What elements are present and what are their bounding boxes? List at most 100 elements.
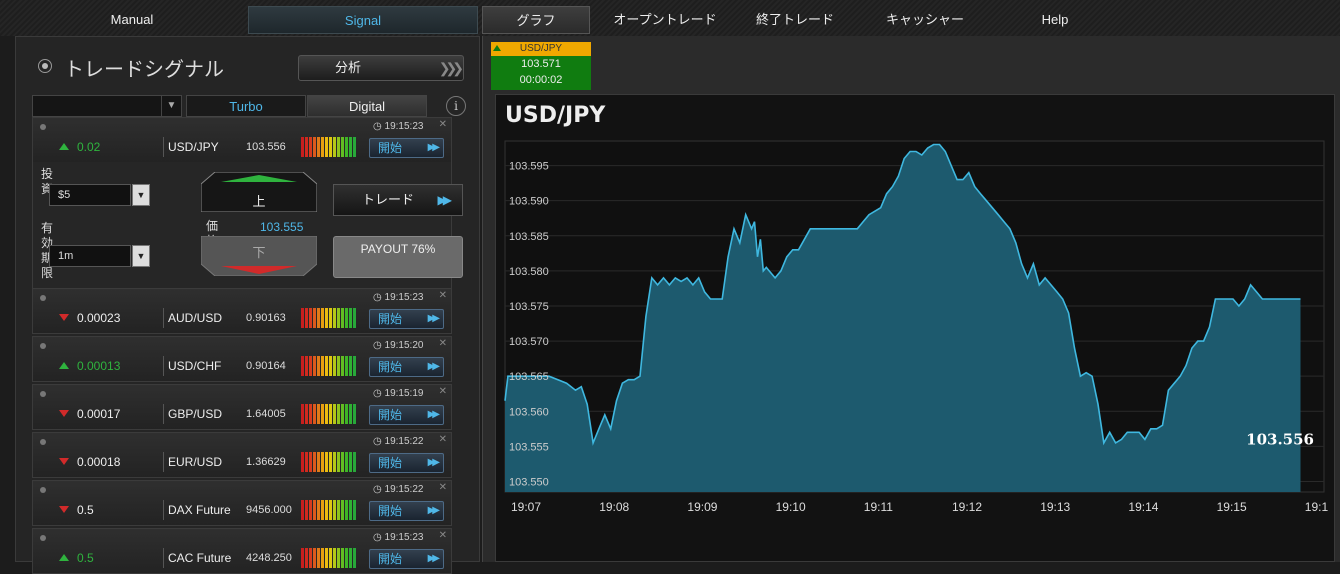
start-button[interactable]: 開始 ▶▶ (369, 405, 444, 425)
radio-icon[interactable] (38, 59, 52, 73)
chart-panel: USD/JPY 103.571 00:00:02 USD/JPY 103.595… (482, 36, 1340, 562)
close-icon[interactable]: ✕ (439, 386, 447, 397)
expiry-dropdown-icon[interactable]: ▼ (132, 245, 150, 267)
signal-row[interactable]: ◷ 19:15:23 ✕ 0.02 USD/JPY 103.556 開始 ▶▶ (32, 117, 452, 163)
signal-time: ◷ 19:15:19 (373, 388, 423, 399)
close-icon[interactable]: ✕ (439, 338, 447, 349)
tab-open-trades[interactable]: オープントレード (605, 6, 725, 34)
signal-price: 1.36629 (246, 456, 286, 468)
signal-row[interactable]: ◷ 19:15:22 ✕ 0.5 DAX Future 9456.000 開始 ▶▶ (32, 480, 452, 526)
tab-cashier[interactable]: キャッシャー (865, 6, 985, 34)
arrow-down-icon (59, 314, 69, 321)
tab-digital[interactable]: Digital (307, 95, 427, 117)
tab-manual[interactable]: Manual (72, 6, 192, 34)
start-button[interactable]: 開始 ▶▶ (369, 309, 444, 329)
tab-turbo[interactable]: Turbo (186, 95, 306, 117)
start-button[interactable]: 開始 ▶▶ (369, 549, 444, 569)
signal-price: 1.64005 (246, 408, 286, 420)
divider (163, 548, 164, 568)
status-dot (40, 343, 46, 349)
close-icon[interactable]: ✕ (439, 119, 447, 130)
clock-icon: ◷ (373, 484, 382, 495)
invest-dropdown-icon[interactable]: ▼ (132, 184, 150, 206)
signal-change: 0.5 (77, 551, 94, 565)
y-tick-label: 103.565 (509, 371, 549, 383)
asset-select[interactable]: ▼ (32, 95, 182, 117)
divider (163, 356, 164, 376)
close-icon[interactable]: ✕ (439, 530, 447, 541)
signal-row[interactable]: ◷ 19:15:22 ✕ 0.00018 EUR/USD 1.36629 開始 ▶▶ (32, 432, 452, 478)
y-tick-label: 103.570 (509, 336, 549, 348)
tab-help[interactable]: Help (1000, 6, 1110, 34)
strength-meter (301, 500, 357, 520)
status-dot (40, 124, 46, 130)
signal-symbol: USD/JPY (168, 140, 219, 154)
start-label: 開始 (378, 360, 403, 374)
tab-open-trades-label: オープントレード (613, 12, 717, 27)
invest-input[interactable]: $5 ▼ (49, 184, 150, 206)
signal-time-value: 19:15:22 (384, 436, 424, 447)
close-icon[interactable]: ✕ (439, 290, 447, 301)
down-label: 下 (252, 245, 266, 260)
signal-time-value: 19:15:20 (384, 340, 424, 351)
fast-forward-icon: ▶▶ (427, 505, 441, 516)
arrow-up-icon (59, 554, 69, 561)
fast-forward-icon: ▶▶ (427, 361, 441, 372)
asset-mini-tab[interactable]: USD/JPY 103.571 00:00:02 (491, 42, 591, 90)
info-icon[interactable]: i (446, 96, 466, 116)
start-button[interactable]: 開始 ▶▶ (369, 501, 444, 521)
signal-row[interactable]: ◷ 19:15:23 ✕ 0.5 CAC Future 4248.250 開始 ▶▶ (32, 528, 452, 574)
tab-closed-trades-label: 終了トレード (755, 12, 834, 27)
start-label: 開始 (378, 408, 403, 422)
start-button[interactable]: 開始 ▶▶ (369, 138, 444, 158)
start-button[interactable]: 開始 ▶▶ (369, 357, 444, 377)
signal-change: 0.5 (77, 503, 94, 517)
close-icon[interactable]: ✕ (439, 482, 447, 493)
divider (163, 308, 164, 328)
strength-meter (301, 356, 357, 376)
mini-tab-countdown: 00:00:02 (519, 74, 563, 86)
price-label: 価格 (206, 219, 219, 237)
strength-meter (301, 137, 357, 157)
tab-graph[interactable]: グラフ (482, 6, 590, 34)
clock-icon: ◷ (373, 340, 382, 351)
tab-closed-trades[interactable]: 終了トレード (735, 6, 855, 34)
panel-title: トレードシグナル (64, 59, 224, 81)
mini-tab-symbol: USD/JPY (491, 42, 591, 56)
up-button[interactable]: 上 (200, 171, 318, 213)
signal-price: 0.90163 (246, 312, 286, 324)
x-tick-label: 19:07 (511, 500, 541, 514)
start-button[interactable]: 開始 ▶▶ (369, 453, 444, 473)
signal-time-value: 19:15:22 (384, 484, 424, 495)
expiry-input[interactable]: 1m ▼ (49, 245, 150, 267)
x-tick-label: 19:15 (1217, 500, 1247, 514)
tab-digital-label: Digital (348, 99, 386, 114)
signal-row[interactable]: ◷ 19:15:23 ✕ 0.00023 AUD/USD 0.90163 開始 ▶▶ (32, 288, 452, 334)
signal-time: ◷ 19:15:20 (373, 340, 423, 351)
fast-forward-icon: ▶▶ (427, 142, 441, 153)
tab-signal[interactable]: Signal (248, 6, 478, 34)
fast-forward-icon: ▶▶ (427, 409, 441, 420)
x-tick-label: 19:14 (1128, 500, 1158, 514)
strength-meter (301, 452, 357, 472)
strength-meter (301, 308, 357, 328)
signal-row[interactable]: ◷ 19:15:19 ✕ 0.00017 GBP/USD 1.64005 開始 ▶▶ (32, 384, 452, 430)
down-button[interactable]: 下 (200, 235, 318, 277)
signal-time-value: 19:15:23 (384, 292, 424, 303)
fast-forward-icon: ▶▶ (427, 313, 441, 324)
divider (163, 404, 164, 424)
status-dot (40, 487, 46, 493)
analyze-button[interactable]: 分析 ❯❯❯ (298, 55, 464, 81)
start-label: 開始 (378, 552, 403, 566)
y-tick-label: 103.580 (509, 266, 549, 278)
analyze-label: 分析 (335, 60, 362, 75)
close-icon[interactable]: ✕ (439, 434, 447, 445)
tab-manual-label: Manual (110, 12, 154, 27)
arrow-down-icon (59, 506, 69, 513)
divider (163, 500, 164, 520)
clock-icon: ◷ (373, 436, 382, 447)
trade-button[interactable]: トレード ▶▶ (333, 184, 463, 216)
y-tick-label: 103.560 (509, 406, 549, 418)
tab-turbo-label: Turbo (229, 99, 263, 114)
signal-row[interactable]: ◷ 19:15:20 ✕ 0.00013 USD/CHF 0.90164 開始 ▶▶ (32, 336, 452, 382)
